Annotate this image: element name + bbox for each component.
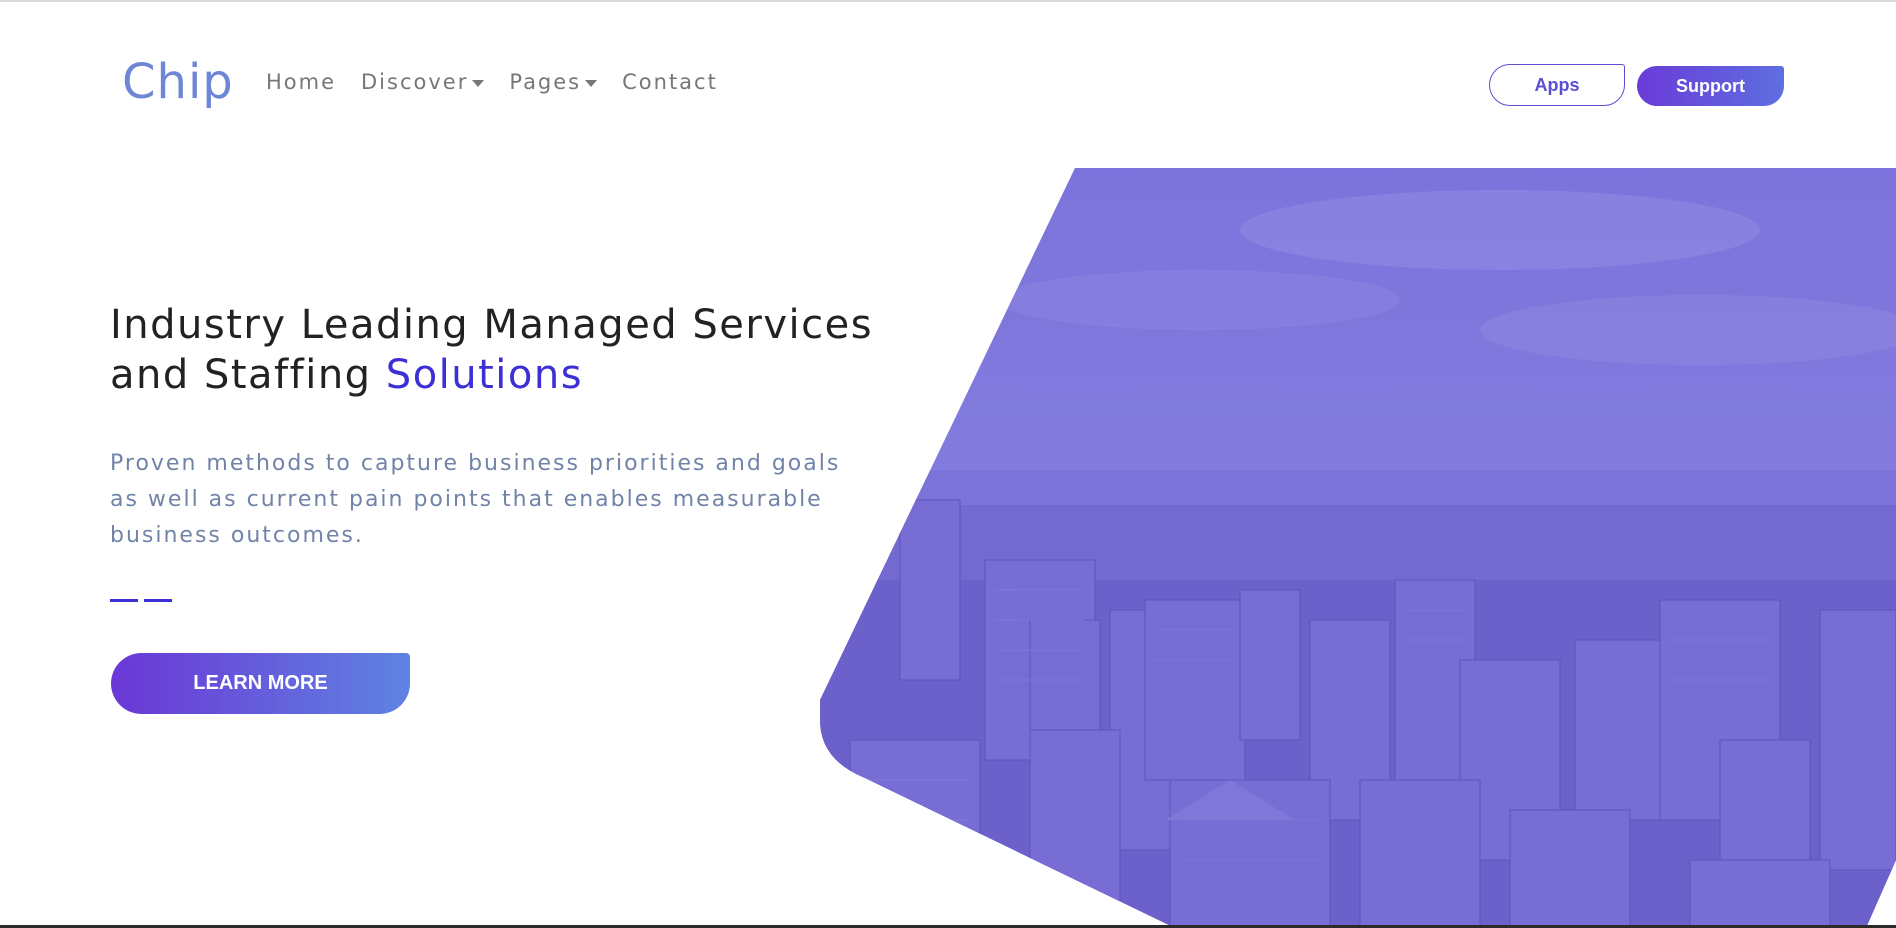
hero-title-accent: Solutions — [385, 352, 584, 398]
hero-title-line2: and Staffing — [110, 352, 386, 398]
nav-item-pages[interactable]: Pages — [509, 70, 598, 94]
hero-subtitle: Proven methods to capture business prior… — [110, 451, 841, 548]
support-button[interactable]: Support — [1637, 66, 1784, 106]
hero-title: Industry Leading Managed Services and Sta… — [110, 300, 910, 400]
learn-more-button[interactable]: LEARN MORE — [111, 653, 410, 714]
accent-divider — [110, 599, 172, 602]
hero-title-line1: Industry Leading Managed Services — [110, 302, 874, 348]
navbar: Chip Home Discover Pages Contact Apps Su… — [0, 0, 1896, 170]
nav-item-label: Pages — [509, 70, 582, 94]
nav-item-label: Contact — [622, 70, 718, 94]
nav-item-label: Discover — [361, 70, 469, 94]
main-nav: Home Discover Pages Contact — [266, 70, 743, 94]
apps-button[interactable]: Apps — [1489, 64, 1625, 106]
caret-down-icon — [472, 79, 485, 87]
caret-down-icon — [585, 79, 598, 87]
nav-item-home[interactable]: Home — [266, 70, 336, 94]
nav-item-label: Home — [266, 70, 337, 94]
nav-item-discover[interactable]: Discover — [361, 70, 485, 94]
nav-item-contact[interactable]: Contact — [622, 70, 718, 94]
brand-logo[interactable]: Chip — [122, 54, 234, 110]
